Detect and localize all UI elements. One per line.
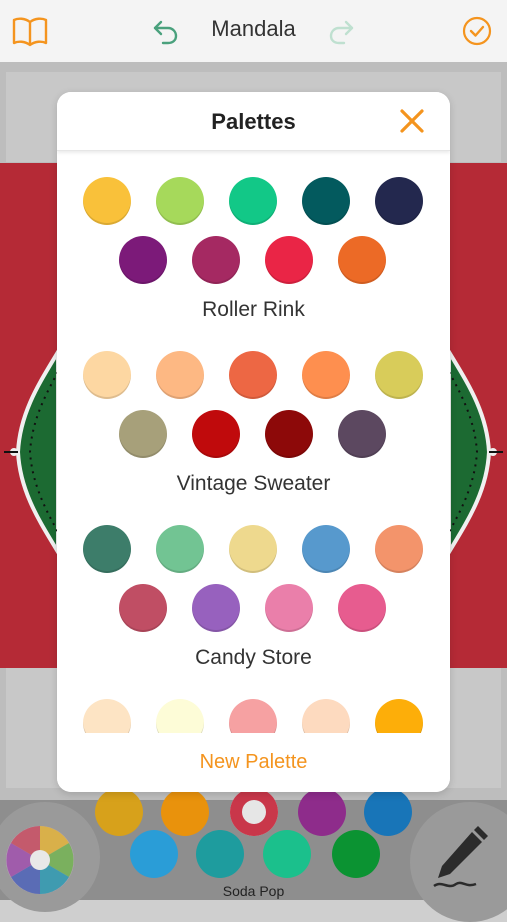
palette-candy-store[interactable]: Candy Store <box>57 499 450 673</box>
swatch[interactable] <box>265 410 313 458</box>
bottom-swatch[interactable] <box>298 788 346 836</box>
swatch[interactable] <box>192 236 240 284</box>
swatch[interactable] <box>302 351 350 399</box>
swatch[interactable] <box>302 525 350 573</box>
swatch[interactable] <box>265 584 313 632</box>
swatch[interactable] <box>229 699 277 733</box>
swatch[interactable] <box>338 410 386 458</box>
swatch[interactable] <box>375 525 423 573</box>
swatch[interactable] <box>229 351 277 399</box>
swatch[interactable] <box>375 351 423 399</box>
swatch-row <box>57 236 450 286</box>
new-palette-button[interactable]: New Palette <box>57 751 450 774</box>
swatch[interactable] <box>302 699 350 733</box>
swatch[interactable] <box>338 584 386 632</box>
bottom-swatch[interactable] <box>130 830 178 878</box>
swatch[interactable] <box>375 699 423 733</box>
dialog-header: Palettes <box>57 92 450 151</box>
palette-list[interactable]: Roller Rink Vintage Sweater Candy Store <box>57 151 450 733</box>
bottom-swatch[interactable] <box>95 788 143 836</box>
swatch[interactable] <box>156 351 204 399</box>
dialog-title: Palettes <box>211 109 296 134</box>
swatch[interactable] <box>375 177 423 225</box>
page-title: Mandala <box>211 16 296 41</box>
pen-tool-button[interactable] <box>410 802 507 922</box>
left-ornament <box>4 344 60 560</box>
swatch[interactable] <box>83 351 131 399</box>
swatch-row <box>57 525 450 575</box>
swatch[interactable] <box>83 525 131 573</box>
dialog-footer: New Palette <box>57 733 450 792</box>
swatch[interactable] <box>156 525 204 573</box>
palette-roller-rink[interactable]: Roller Rink <box>57 151 450 325</box>
close-button[interactable] <box>397 106 427 136</box>
swatch[interactable] <box>156 177 204 225</box>
bottom-swatch[interactable] <box>332 830 380 878</box>
swatch-row <box>57 351 450 401</box>
palettes-dialog: Palettes Roller Rink Vintage Sweater Can… <box>57 92 450 792</box>
swatch[interactable] <box>119 410 167 458</box>
bottom-swatch[interactable] <box>263 830 311 878</box>
swatch[interactable] <box>229 177 277 225</box>
swatch[interactable] <box>83 177 131 225</box>
bottom-swatch[interactable] <box>364 788 412 836</box>
pen-icon <box>433 826 488 888</box>
swatch[interactable] <box>302 177 350 225</box>
swatch-row <box>57 177 450 227</box>
palette-name: Vintage Sweater <box>176 472 331 495</box>
palette-partial[interactable] <box>57 673 450 733</box>
swatch[interactable] <box>192 584 240 632</box>
swatch[interactable] <box>192 410 240 458</box>
swatch[interactable] <box>83 699 131 733</box>
swatch-row <box>57 699 450 733</box>
palette-vintage-sweater[interactable]: Vintage Sweater <box>57 325 450 499</box>
palette-name: Roller Rink <box>202 298 305 321</box>
bottom-swatch[interactable] <box>196 830 244 878</box>
bottom-swatch-selected[interactable] <box>230 788 278 836</box>
close-x-icon <box>400 109 424 133</box>
swatch-row <box>57 584 450 634</box>
right-ornament <box>447 344 503 560</box>
swatch[interactable] <box>119 584 167 632</box>
bottom-swatch[interactable] <box>161 788 209 836</box>
redo-arrow-icon[interactable] <box>327 16 357 46</box>
swatch[interactable] <box>156 699 204 733</box>
palette-name: Candy Store <box>195 646 312 669</box>
swatch-row <box>57 410 450 460</box>
swatch[interactable] <box>265 236 313 284</box>
checkmark-circle-icon[interactable] <box>461 15 493 47</box>
top-toolbar: Mandala <box>0 0 507 63</box>
swatch[interactable] <box>229 525 277 573</box>
swatch[interactable] <box>338 236 386 284</box>
swatch[interactable] <box>119 236 167 284</box>
